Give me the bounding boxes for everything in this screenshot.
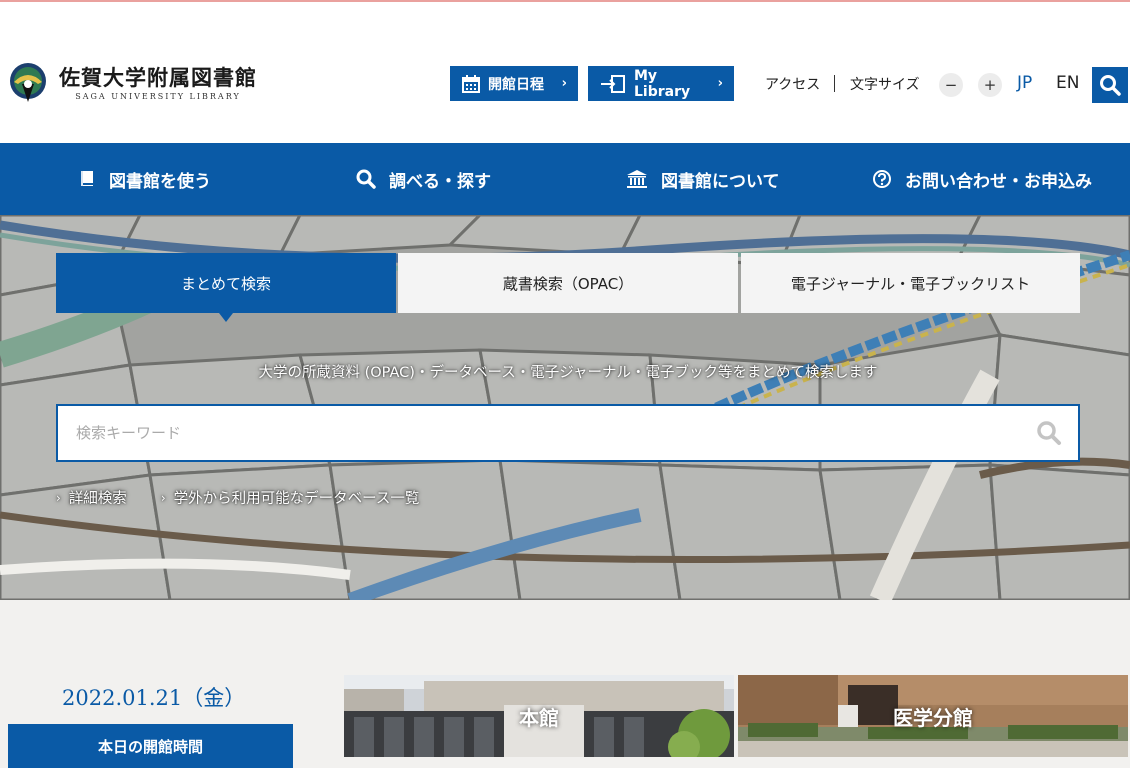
info-section: 2022.01.21（金） 本日の開館時間 本館 医学分館 [0, 600, 1130, 768]
nav-item-label: お問い合わせ・お申込み [905, 171, 1092, 192]
nav-item-label: 図書館について [661, 171, 780, 192]
today-hours-button[interactable]: 本日の開館時間 [8, 724, 293, 768]
advanced-search-link[interactable]: › 詳細検索 [56, 487, 127, 508]
tab-opac[interactable]: 蔵書検索（OPAC） [398, 253, 738, 313]
branch-medical-label: 医学分館 [893, 705, 973, 730]
calendar-button[interactable]: 開館日程 › [450, 66, 578, 101]
search-sub-links: › 詳細検索 › 学外から利用可能なデータベース一覧 [56, 487, 419, 508]
font-size-decrease-button[interactable]: − [939, 73, 963, 97]
tab-ejournal-ebook[interactable]: 電子ジャーナル・電子ブックリスト [741, 253, 1080, 313]
my-library-label: My Library [634, 67, 691, 100]
tab-unified-search[interactable]: まとめて検索 [56, 253, 396, 322]
branch-main-library[interactable]: 本館 [344, 675, 734, 757]
font-size-label: 文字サイズ [850, 77, 920, 93]
my-library-button[interactable]: My Library › [588, 66, 734, 101]
language-jp-link[interactable]: JP [1017, 73, 1032, 93]
branch-medical-library[interactable]: 医学分館 [738, 675, 1128, 757]
search-icon [1100, 75, 1121, 96]
current-date: 2022.01.21（金） [62, 686, 246, 710]
chevron-right-icon: › [717, 76, 723, 91]
library-building-icon [626, 169, 648, 189]
nav-item-use-library[interactable]: 図書館を使う [78, 143, 211, 215]
site-logo[interactable]: 佐賀大学附属図書館 SAGA UNIVERSITY LIBRARY [8, 62, 257, 104]
chevron-right-icon: › [56, 490, 61, 505]
calendar-icon [462, 74, 480, 93]
offcampus-databases-label: 学外から利用可能なデータベース一覧 [173, 491, 420, 507]
search-input[interactable] [76, 406, 1006, 460]
login-icon [600, 74, 626, 93]
language-en-link[interactable]: EN [1056, 73, 1079, 93]
chevron-right-icon: › [160, 490, 166, 505]
nav-item-about[interactable]: 図書館について [626, 143, 780, 215]
header-search-button[interactable] [1092, 67, 1128, 103]
search-icon [1037, 421, 1061, 445]
search-icon [356, 169, 376, 189]
site-header: 佐賀大学附属図書館 SAGA UNIVERSITY LIBRARY 開館日程 ›… [0, 2, 1130, 143]
calendar-button-label: 開館日程 [488, 76, 544, 93]
access-link[interactable]: アクセス [765, 72, 820, 96]
question-circle-icon [872, 169, 892, 189]
nav-item-label: 調べる・探す [389, 171, 491, 192]
search-box [56, 404, 1080, 462]
branch-main-label: 本館 [519, 705, 559, 730]
book-icon [78, 170, 96, 188]
logo-title-en: SAGA UNIVERSITY LIBRARY [75, 91, 241, 101]
search-submit-button[interactable] [1036, 420, 1062, 450]
university-emblem-icon [8, 62, 48, 104]
hero-search-area: まとめて検索 蔵書検索（OPAC） 電子ジャーナル・電子ブックリスト 大学の所蔵… [0, 215, 1130, 600]
advanced-search-label: 詳細検索 [68, 491, 127, 507]
nav-item-label: 図書館を使う [109, 171, 211, 192]
nav-item-contact[interactable]: お問い合わせ・お申込み [872, 143, 1092, 215]
search-description: 大学の所蔵資料 (OPAC)・データベース・電子ジャーナル・電子ブック等をまとめ… [258, 365, 878, 381]
nav-item-search[interactable]: 調べる・探す [356, 143, 491, 215]
offcampus-databases-link[interactable]: › 学外から利用可能なデータベース一覧 [161, 487, 420, 508]
global-nav: 図書館を使う 調べる・探す 図書館について お問い合わせ・お申込み [0, 143, 1130, 215]
font-size-increase-button[interactable]: + [978, 73, 1002, 97]
util-divider [834, 75, 835, 92]
logo-title-jp: 佐賀大学附属図書館 [59, 64, 257, 90]
chevron-right-icon: › [561, 76, 567, 91]
